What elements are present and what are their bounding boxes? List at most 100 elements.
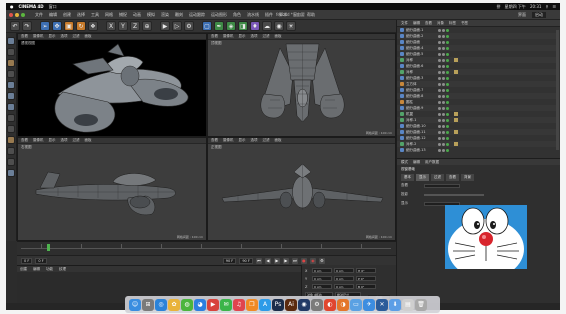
object-row[interactable]: 细分曲面.13 <box>397 147 557 153</box>
environment-icon[interactable]: ☁ <box>262 21 272 31</box>
enabled-check-icon[interactable] <box>446 94 449 98</box>
menu-motion-tracker[interactable]: 运动跟踪 <box>189 12 205 18</box>
wechat-icon[interactable]: ◍ <box>181 298 193 311</box>
prev-key-icon[interactable]: ◀ <box>264 257 271 264</box>
scale-tool-icon[interactable]: ▣ <box>64 21 74 31</box>
obj-menu-file[interactable]: 文件 <box>401 21 408 26</box>
visibility-flags[interactable] <box>438 148 449 152</box>
timeline-ruler[interactable] <box>21 244 391 251</box>
size-y-field[interactable]: 0 cm <box>334 276 354 281</box>
visibility-dot-icon[interactable] <box>438 136 441 140</box>
close-window-button[interactable] <box>9 12 13 17</box>
points-mode-icon[interactable] <box>7 81 15 89</box>
visibility-dot-icon[interactable] <box>442 76 445 80</box>
photos-icon[interactable]: ✿ <box>168 298 180 311</box>
visibility-flags[interactable] <box>438 28 449 32</box>
attr-menu-user-data[interactable]: 用户数据 <box>425 160 439 165</box>
visibility-dot-icon[interactable] <box>438 130 441 134</box>
object-name[interactable]: 细分曲面.4 <box>406 46 434 51</box>
render-picture-viewer-icon[interactable]: ▷ <box>172 21 182 31</box>
object-name[interactable]: 细分曲面.1 <box>406 28 434 33</box>
deformer-icon[interactable]: ♦ <box>250 21 260 31</box>
polygons-mode-icon[interactable] <box>7 103 15 111</box>
visibility-dot-icon[interactable] <box>442 112 445 116</box>
enabled-check-icon[interactable] <box>446 112 449 116</box>
edges-mode-icon[interactable] <box>7 92 15 100</box>
enabled-check-icon[interactable] <box>446 34 449 38</box>
size-x-field[interactable]: 0 cm <box>334 268 354 273</box>
go-to-end-icon[interactable]: ⏭ <box>291 257 298 264</box>
visibility-dot-icon[interactable] <box>442 52 445 56</box>
tab-basic[interactable]: 基本 <box>401 174 414 181</box>
obj-menu-bookmarks[interactable]: 书签 <box>461 21 468 26</box>
visibility-dot-icon[interactable] <box>438 112 441 116</box>
enabled-check-icon[interactable] <box>446 124 449 128</box>
visibility-flags[interactable] <box>438 52 449 56</box>
visibility-dot-icon[interactable] <box>438 148 441 152</box>
visibility-dot-icon[interactable] <box>438 82 441 86</box>
frame-start-field[interactable]: 0 F <box>21 257 33 264</box>
visibility-dot-icon[interactable] <box>438 142 441 146</box>
visibility-dot-icon[interactable] <box>438 94 441 98</box>
menu-edit[interactable]: 编辑 <box>49 12 57 18</box>
visibility-flags[interactable] <box>438 46 449 50</box>
chrome-icon[interactable]: ◐ <box>324 298 336 311</box>
workplane-icon[interactable] <box>7 70 15 78</box>
mat-menu-edit[interactable]: 编辑 <box>33 267 40 272</box>
go-to-start-icon[interactable]: ⏮ <box>255 257 262 264</box>
visibility-flags[interactable] <box>438 136 449 140</box>
tag-icon[interactable] <box>454 118 458 122</box>
cube-icon[interactable]: ▢ <box>202 21 212 31</box>
minimize-window-button[interactable] <box>15 12 19 17</box>
solo-icon[interactable] <box>7 147 15 155</box>
viewport-top[interactable]: 查看 摄像机 显示 选项 过滤 面板 顶视图 网格间距: 100 cm <box>207 33 396 137</box>
menubar-clock[interactable]: 20:31 <box>530 4 542 9</box>
enabled-check-icon[interactable] <box>446 40 449 44</box>
visibility-flags[interactable] <box>438 94 449 98</box>
menubar-date[interactable]: 星期四 下午 <box>505 4 526 10</box>
obj-menu-tags[interactable]: 标签 <box>449 21 456 26</box>
object-name[interactable]: 细分曲面.9 <box>406 106 434 111</box>
visibility-flags[interactable] <box>438 82 449 86</box>
mail-icon[interactable]: ✈ <box>363 298 375 311</box>
photoshop-icon[interactable]: Ps <box>272 298 284 311</box>
visibility-flags[interactable] <box>438 106 449 110</box>
enabled-check-icon[interactable] <box>446 106 449 110</box>
visibility-dot-icon[interactable] <box>442 58 445 62</box>
object-name[interactable]: 细分曲面.13 <box>406 148 434 153</box>
camera-icon[interactable]: ◉ <box>274 21 284 31</box>
coordinate-system-icon[interactable]: ⊕ <box>142 21 152 31</box>
frame-current-field[interactable]: 0 F <box>35 257 47 264</box>
apple-icon[interactable]: ● <box>10 4 14 9</box>
notification-center-icon[interactable]: ☰ <box>552 4 556 9</box>
preview-icon[interactable]: ▤ <box>402 298 414 311</box>
message-icon[interactable]: ✉ <box>220 298 232 311</box>
render-settings-icon[interactable]: ⚙ <box>184 21 194 31</box>
keyframe-selection-icon[interactable]: ⚙ <box>318 257 325 264</box>
array-icon[interactable]: ◨ <box>238 21 248 31</box>
menu-simulate[interactable]: 模拟 <box>147 12 155 18</box>
enabled-check-icon[interactable] <box>446 100 449 104</box>
visibility-dot-icon[interactable] <box>442 46 445 50</box>
obj-menu-objects[interactable]: 对象 <box>437 21 444 26</box>
visibility-dot-icon[interactable] <box>442 40 445 44</box>
music-icon[interactable]: ♫ <box>233 298 245 311</box>
model-mode-icon[interactable] <box>7 48 15 56</box>
finder-icon[interactable]: ☺ <box>129 298 141 311</box>
visibility-dot-icon[interactable] <box>442 142 445 146</box>
download-icon[interactable]: ⬇ <box>389 298 401 311</box>
mat-menu-function[interactable]: 功能 <box>46 267 53 272</box>
visibility-flags[interactable] <box>438 34 449 38</box>
size-z-field[interactable]: 0 cm <box>334 284 354 289</box>
enabled-check-icon[interactable] <box>446 142 449 146</box>
folder-icon[interactable]: ▭ <box>350 298 362 311</box>
mat-menu-texture[interactable]: 纹理 <box>59 267 66 272</box>
menu-render[interactable]: 渲染 <box>161 12 169 18</box>
tab-filter[interactable]: 过滤 <box>431 174 444 181</box>
attr-menu-mode[interactable]: 模式 <box>401 160 408 165</box>
object-name[interactable]: 细分曲面.7 <box>406 88 434 93</box>
attribute-slider[interactable] <box>424 193 484 196</box>
position-z-field[interactable]: 0 cm <box>312 284 332 289</box>
visibility-dot-icon[interactable] <box>442 100 445 104</box>
zoom-window-button[interactable] <box>21 12 25 17</box>
